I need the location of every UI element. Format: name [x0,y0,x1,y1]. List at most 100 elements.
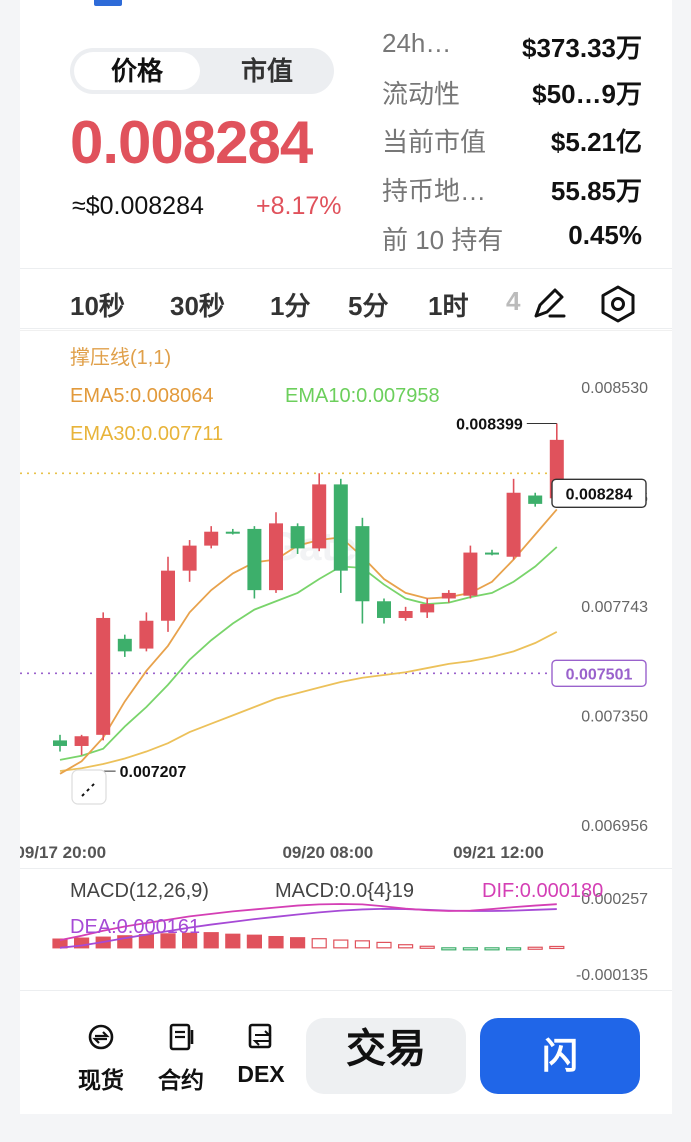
contract-icon [169,1023,194,1051]
candle-body [269,523,283,591]
macd-histogram-bar [333,939,349,949]
candle-body [290,526,305,549]
candle-body [463,552,478,596]
macd-histogram-bar [268,935,284,949]
ema30-line [59,631,558,772]
divider [20,328,672,329]
ema-legend-label: EMA5:0.008064 [70,385,213,407]
candle-body [247,528,262,591]
candle-body [506,492,521,557]
x-axis-tick-label: 09/21 12:00 [453,843,544,862]
y-axis-tick-label: 0.007350 [581,708,648,725]
low-price-label: 0.007207 [120,764,187,781]
stat-marketcap-label: 当前市值 [382,127,487,157]
candlestick-chart[interactable]: Gate0.0085300.0081360.0077430.0073500.00… [20,330,672,870]
candle-body [355,526,370,602]
chart-tool-icon-frame [71,769,107,805]
tab-5m[interactable]: 5分 [348,286,388,323]
nav-spot[interactable]: 现货 [66,1022,136,1095]
price-change: +8.17% [256,192,342,220]
candle-body [96,617,111,735]
flash-button[interactable]: 闪 [480,1018,640,1094]
macd-histogram-bar [419,945,435,949]
trade-button-label: 交易 [346,1027,426,1071]
active-tab-indicator [94,0,122,6]
toggle-marketcap[interactable]: 市值 [204,52,330,90]
nav-contract-label: 合约 [158,1067,204,1093]
x-axis-tick-label: 09/20 08:00 [282,843,373,862]
divider [20,990,672,991]
candle-body [528,495,543,504]
macd-legend-label: DIF:0.000180 [482,880,603,902]
stat-volume-value: $373.33万 [522,33,642,63]
divider [20,268,672,269]
candle-body [204,531,219,546]
candle-body [398,611,413,618]
tab-1h[interactable]: 1时 [428,286,468,323]
y-axis-tick-label: 0.008530 [581,380,648,397]
macd-histogram-bar [203,932,219,949]
current-price: 0.008284 [70,109,313,176]
tab-4h-partial[interactable]: 4 [506,286,520,317]
macd-chart[interactable]: 0.000257-0.000135MACD(12,26,9) MACD:0.0{4… [20,870,672,990]
candle-body [441,592,456,599]
macd-histogram-bar [290,937,306,949]
macd-histogram-bar [549,945,565,950]
candle-body [377,601,391,618]
nav-contract[interactable]: 合约 [146,1022,216,1095]
stat-top10-value: 0.45% [568,220,642,250]
stat-liquidity-label: 流动性 [382,79,461,109]
stat-volume-label: 24h… [382,28,452,58]
stat-holders-value: 55.85万 [550,176,642,206]
macd-histogram-bar [484,947,500,951]
candle-body [485,552,499,555]
support-price-tag-label: 0.007501 [566,666,633,683]
indicator-label: 撑压线(1,1) [70,346,171,369]
macd-histogram-bar [246,934,262,949]
nav-spot-label: 现货 [78,1067,124,1093]
chart-tool-icon [71,769,107,805]
y-axis-tick-label: 0.007743 [581,599,648,616]
macd-legend-label: DEA:0.000161 [70,916,200,938]
candle-body [225,531,240,534]
price-marketcap-toggle[interactable]: 价格 市值 [70,48,334,94]
ema10-line [59,546,558,761]
y-axis-tick-label: 0.006956 [581,818,648,835]
candle-body [117,638,132,652]
macd-histogram-bar [527,946,543,950]
macd-histogram-bar [225,933,241,949]
divider [20,868,672,869]
current-price-tag-label: 0.008284 [566,486,633,503]
ema-legend-label: EMA30:0.007711 [70,423,223,445]
macd-histogram-bar [441,947,457,951]
candle-body [182,545,197,571]
toggle-price[interactable]: 价格 [74,52,200,90]
draw-pen-icon[interactable] [528,284,568,324]
stat-top10-label: 前 10 持有 [382,225,504,255]
x-axis-tick-label: 09/17 20:00 [20,843,106,862]
settings-hex-icon[interactable] [598,284,638,324]
macd-histogram-bar [354,940,370,949]
nav-dex-label: DEX [237,1061,285,1087]
stat-liquidity-value: $50…9万 [532,79,642,109]
macd-histogram-bar [311,938,327,949]
candle-body [333,484,348,571]
tab-30s[interactable]: 30秒 [170,286,225,323]
macd-y-tick-label: -0.000135 [576,967,648,984]
candle-body [420,604,435,613]
tab-10s[interactable]: 10秒 [70,286,125,323]
flash-button-label: 闪 [541,1035,578,1076]
macd-legend-label: MACD:0.0{4}19 [275,880,414,902]
ema-legend-label: EMA10:0.007958 [285,385,440,407]
macd-histogram-bar [398,944,414,949]
nav-dex[interactable]: DEX [226,1022,296,1088]
app-panel: 价格 市值 0.008284 ≈$0.008284 +8.17% 24h… $3… [20,0,672,1114]
candle-body [161,570,175,621]
macd-histogram-bar [462,947,478,951]
tab-1m[interactable]: 1分 [270,286,310,323]
trade-button[interactable]: 交易 [306,1018,466,1094]
stat-marketcap-value: $5.21亿 [550,127,642,157]
macd-histogram-bar [506,947,522,951]
candle-body [53,740,67,746]
candle-body [139,620,154,649]
